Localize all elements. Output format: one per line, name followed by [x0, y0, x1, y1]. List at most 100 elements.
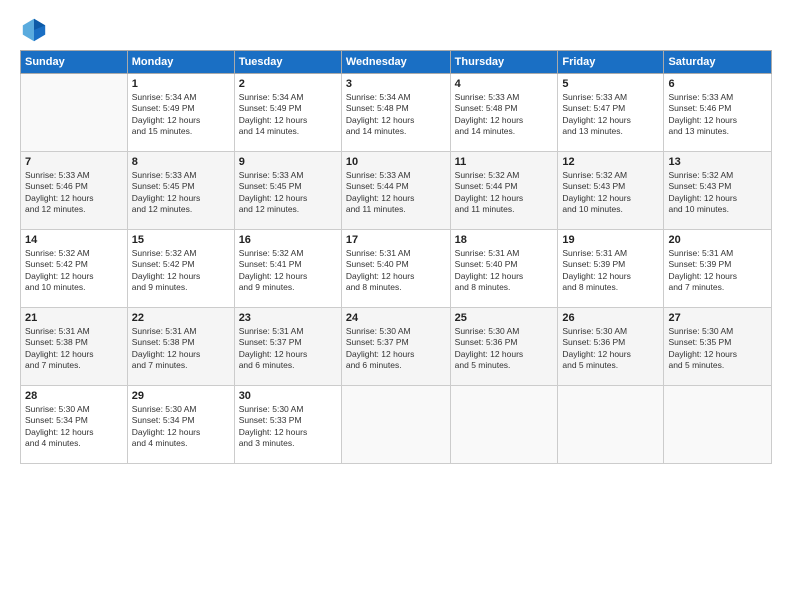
day-info: Sunrise: 5:31 AM Sunset: 5:40 PM Dayligh… — [455, 248, 554, 294]
page: SundayMondayTuesdayWednesdayThursdayFrid… — [0, 0, 792, 612]
logo-icon — [20, 16, 48, 44]
day-info: Sunrise: 5:33 AM Sunset: 5:48 PM Dayligh… — [455, 92, 554, 138]
day-number: 18 — [455, 234, 554, 246]
calendar-cell: 17 Sunrise: 5:31 AM Sunset: 5:40 PM Dayli… — [341, 230, 450, 308]
weekday-header-row: SundayMondayTuesdayWednesdayThursdayFrid… — [21, 51, 772, 74]
day-number: 3 — [346, 78, 446, 90]
calendar-cell: 27 Sunrise: 5:30 AM Sunset: 5:35 PM Dayli… — [664, 308, 772, 386]
weekday-header-thursday: Thursday — [450, 51, 558, 74]
day-info: Sunrise: 5:31 AM Sunset: 5:37 PM Dayligh… — [239, 326, 337, 372]
calendar-cell — [558, 386, 664, 464]
weekday-header-monday: Monday — [127, 51, 234, 74]
day-info: Sunrise: 5:30 AM Sunset: 5:36 PM Dayligh… — [562, 326, 659, 372]
day-info: Sunrise: 5:33 AM Sunset: 5:45 PM Dayligh… — [239, 170, 337, 216]
day-number: 14 — [25, 234, 123, 246]
day-number: 20 — [668, 234, 767, 246]
day-info: Sunrise: 5:30 AM Sunset: 5:33 PM Dayligh… — [239, 404, 337, 450]
weekday-header-sunday: Sunday — [21, 51, 128, 74]
calendar-cell: 7Sunrise: 5:33 AM Sunset: 5:46 PM Daylig… — [21, 152, 128, 230]
day-number: 11 — [455, 156, 554, 168]
day-info: Sunrise: 5:30 AM Sunset: 5:34 PM Dayligh… — [132, 404, 230, 450]
day-number: 25 — [455, 312, 554, 324]
day-info: Sunrise: 5:30 AM Sunset: 5:36 PM Dayligh… — [455, 326, 554, 372]
day-number: 28 — [25, 390, 123, 402]
calendar-week-2: 7Sunrise: 5:33 AM Sunset: 5:46 PM Daylig… — [21, 152, 772, 230]
day-info: Sunrise: 5:30 AM Sunset: 5:37 PM Dayligh… — [346, 326, 446, 372]
day-number: 27 — [668, 312, 767, 324]
weekday-header-friday: Friday — [558, 51, 664, 74]
calendar-week-3: 14 Sunrise: 5:32 AM Sunset: 5:42 PM Dayli… — [21, 230, 772, 308]
calendar-cell: 1 Sunrise: 5:34 AM Sunset: 5:49 PM Daylig… — [127, 74, 234, 152]
day-number: 4 — [455, 78, 554, 90]
day-number: 30 — [239, 390, 337, 402]
day-number: 24 — [346, 312, 446, 324]
day-number: 22 — [132, 312, 230, 324]
day-number: 9 — [239, 156, 337, 168]
calendar-cell: 11Sunrise: 5:32 AM Sunset: 5:44 PM Dayli… — [450, 152, 558, 230]
weekday-header-saturday: Saturday — [664, 51, 772, 74]
day-info: Sunrise: 5:33 AM Sunset: 5:46 PM Dayligh… — [668, 92, 767, 138]
day-number: 6 — [668, 78, 767, 90]
day-info: Sunrise: 5:31 AM Sunset: 5:39 PM Dayligh… — [668, 248, 767, 294]
calendar-cell: 6 Sunrise: 5:33 AM Sunset: 5:46 PM Daylig… — [664, 74, 772, 152]
calendar-cell: 29 Sunrise: 5:30 AM Sunset: 5:34 PM Dayli… — [127, 386, 234, 464]
calendar-week-4: 21 Sunrise: 5:31 AM Sunset: 5:38 PM Dayli… — [21, 308, 772, 386]
day-info: Sunrise: 5:33 AM Sunset: 5:44 PM Dayligh… — [346, 170, 446, 216]
calendar-cell: 20 Sunrise: 5:31 AM Sunset: 5:39 PM Dayli… — [664, 230, 772, 308]
calendar-cell: 14 Sunrise: 5:32 AM Sunset: 5:42 PM Dayli… — [21, 230, 128, 308]
day-info: Sunrise: 5:31 AM Sunset: 5:38 PM Dayligh… — [25, 326, 123, 372]
day-info: Sunrise: 5:33 AM Sunset: 5:45 PM Dayligh… — [132, 170, 230, 216]
day-info: Sunrise: 5:30 AM Sunset: 5:35 PM Dayligh… — [668, 326, 767, 372]
day-info: Sunrise: 5:34 AM Sunset: 5:49 PM Dayligh… — [239, 92, 337, 138]
day-number: 13 — [668, 156, 767, 168]
calendar-cell: 21 Sunrise: 5:31 AM Sunset: 5:38 PM Dayli… — [21, 308, 128, 386]
weekday-header-wednesday: Wednesday — [341, 51, 450, 74]
weekday-header-tuesday: Tuesday — [234, 51, 341, 74]
day-number: 8 — [132, 156, 230, 168]
calendar-cell: 19Sunrise: 5:31 AM Sunset: 5:39 PM Dayli… — [558, 230, 664, 308]
header — [20, 16, 772, 44]
calendar-cell: 23 Sunrise: 5:31 AM Sunset: 5:37 PM Dayli… — [234, 308, 341, 386]
day-info: Sunrise: 5:34 AM Sunset: 5:49 PM Dayligh… — [132, 92, 230, 138]
calendar-cell: 25 Sunrise: 5:30 AM Sunset: 5:36 PM Dayli… — [450, 308, 558, 386]
day-info: Sunrise: 5:32 AM Sunset: 5:43 PM Dayligh… — [668, 170, 767, 216]
calendar-cell: 5Sunrise: 5:33 AM Sunset: 5:47 PM Daylig… — [558, 74, 664, 152]
logo — [20, 16, 52, 44]
day-number: 16 — [239, 234, 337, 246]
day-number: 2 — [239, 78, 337, 90]
calendar-cell: 2 Sunrise: 5:34 AM Sunset: 5:49 PM Daylig… — [234, 74, 341, 152]
day-info: Sunrise: 5:31 AM Sunset: 5:38 PM Dayligh… — [132, 326, 230, 372]
day-number: 26 — [562, 312, 659, 324]
day-number: 29 — [132, 390, 230, 402]
day-number: 19 — [562, 234, 659, 246]
calendar-cell: 9 Sunrise: 5:33 AM Sunset: 5:45 PM Daylig… — [234, 152, 341, 230]
calendar-cell: 8 Sunrise: 5:33 AM Sunset: 5:45 PM Daylig… — [127, 152, 234, 230]
calendar-cell — [664, 386, 772, 464]
day-number: 17 — [346, 234, 446, 246]
day-number: 21 — [25, 312, 123, 324]
calendar-cell: 28Sunrise: 5:30 AM Sunset: 5:34 PM Dayli… — [21, 386, 128, 464]
calendar-week-1: 1 Sunrise: 5:34 AM Sunset: 5:49 PM Daylig… — [21, 74, 772, 152]
day-info: Sunrise: 5:32 AM Sunset: 5:43 PM Dayligh… — [562, 170, 659, 216]
day-info: Sunrise: 5:31 AM Sunset: 5:40 PM Dayligh… — [346, 248, 446, 294]
calendar-cell: 18 Sunrise: 5:31 AM Sunset: 5:40 PM Dayli… — [450, 230, 558, 308]
calendar-cell: 12 Sunrise: 5:32 AM Sunset: 5:43 PM Dayli… — [558, 152, 664, 230]
calendar-cell — [21, 74, 128, 152]
day-info: Sunrise: 5:32 AM Sunset: 5:42 PM Dayligh… — [132, 248, 230, 294]
day-number: 23 — [239, 312, 337, 324]
calendar-cell — [341, 386, 450, 464]
calendar-cell: 30 Sunrise: 5:30 AM Sunset: 5:33 PM Dayli… — [234, 386, 341, 464]
calendar-cell: 22 Sunrise: 5:31 AM Sunset: 5:38 PM Dayli… — [127, 308, 234, 386]
day-number: 15 — [132, 234, 230, 246]
day-info: Sunrise: 5:33 AM Sunset: 5:46 PM Dayligh… — [25, 170, 123, 216]
calendar-cell: 3 Sunrise: 5:34 AM Sunset: 5:48 PM Daylig… — [341, 74, 450, 152]
day-number: 5 — [562, 78, 659, 90]
day-info: Sunrise: 5:34 AM Sunset: 5:48 PM Dayligh… — [346, 92, 446, 138]
day-number: 1 — [132, 78, 230, 90]
day-number: 12 — [562, 156, 659, 168]
calendar-cell: 4 Sunrise: 5:33 AM Sunset: 5:48 PM Daylig… — [450, 74, 558, 152]
calendar-table: SundayMondayTuesdayWednesdayThursdayFrid… — [20, 50, 772, 464]
day-info: Sunrise: 5:32 AM Sunset: 5:42 PM Dayligh… — [25, 248, 123, 294]
calendar-cell: 16Sunrise: 5:32 AM Sunset: 5:41 PM Dayli… — [234, 230, 341, 308]
calendar-cell: 26 Sunrise: 5:30 AM Sunset: 5:36 PM Dayli… — [558, 308, 664, 386]
